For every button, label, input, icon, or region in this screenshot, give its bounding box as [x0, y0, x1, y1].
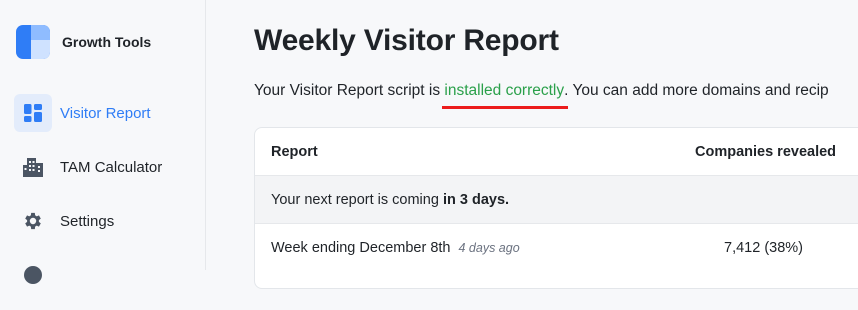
table-row[interactable]: Week ending December 8th 4 days ago 7,412…: [255, 224, 858, 271]
next-report-prefix: Your next report is coming: [271, 191, 443, 208]
growth-tools-logo-icon: [16, 25, 50, 59]
companies-revealed-value: 7,412 (38%): [724, 239, 803, 256]
status-installed-highlight: installed correctly: [444, 82, 565, 99]
next-report-notice: Your next report is coming in 3 days.: [255, 175, 858, 224]
sidebar-item-tam-calculator[interactable]: TAM Calculator: [14, 148, 204, 186]
sidebar-item-label: Visitor Report: [60, 104, 151, 122]
sidebar-item-more[interactable]: [14, 256, 204, 294]
gear-icon: [14, 202, 52, 240]
status-prefix: Your Visitor Report script is: [254, 82, 445, 99]
main-content: Weekly Visitor Report Your Visitor Repor…: [206, 0, 858, 289]
sidebar: Growth Tools Visitor Report TAM Calculat…: [0, 0, 206, 284]
buildings-icon: [14, 148, 52, 186]
week-cell: Week ending December 8th 4 days ago: [271, 240, 520, 256]
column-header-companies: Companies revealed: [695, 143, 837, 160]
week-relative-time: 4 days ago: [458, 240, 520, 255]
status-suffix: . You can add more domains and recip: [564, 82, 829, 99]
sidebar-item-label: Settings: [60, 212, 115, 230]
sidebar-item-label: TAM Calculator: [60, 158, 163, 176]
reports-table: Report Companies revealed Your next repo…: [254, 127, 858, 289]
brand-name: Growth Tools: [62, 34, 152, 50]
globe-icon: [14, 256, 52, 294]
sidebar-item-settings[interactable]: Settings: [14, 202, 204, 240]
next-report-text: Your next report is coming in 3 days.: [271, 192, 509, 208]
dashboard-icon: [14, 94, 52, 132]
sidebar-item-visitor-report[interactable]: Visitor Report: [14, 94, 204, 132]
sidebar-nav: Visitor Report TAM Calculator Settings: [14, 94, 204, 310]
column-header-report: Report: [271, 143, 318, 160]
install-status-text: Your Visitor Report script is installed …: [254, 82, 829, 100]
page-title: Weekly Visitor Report: [254, 24, 559, 57]
week-label: Week ending December 8th: [271, 239, 451, 256]
table-header: Report Companies revealed: [255, 128, 858, 175]
next-report-when: in 3 days.: [442, 191, 510, 208]
brand[interactable]: Growth Tools: [16, 25, 151, 59]
